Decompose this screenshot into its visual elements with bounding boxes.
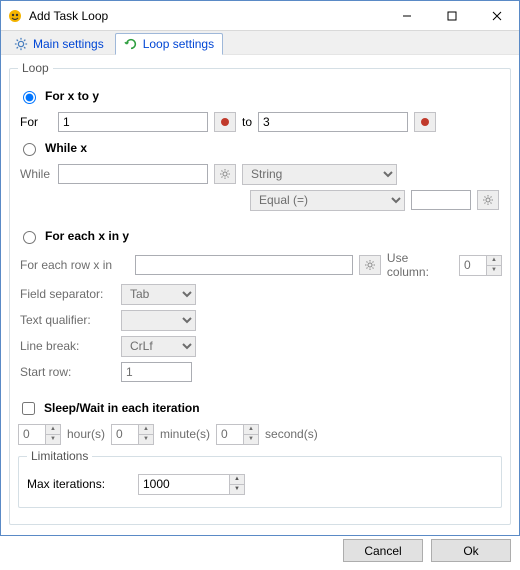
chevron-up-icon[interactable]: ▲	[230, 475, 244, 484]
radio-while-x[interactable]	[23, 143, 36, 156]
max-iterations-value[interactable]	[139, 475, 229, 494]
gear-icon	[219, 168, 231, 180]
for-from-stop-button[interactable]	[214, 112, 236, 132]
sleep-wait-row: Sleep/Wait in each iteration	[18, 397, 502, 419]
start-row-input[interactable]	[121, 362, 192, 382]
sleep-wait-label: Sleep/Wait in each iteration	[44, 401, 200, 415]
app-icon	[7, 8, 23, 24]
cancel-button[interactable]: Cancel	[343, 539, 423, 562]
chevron-up-icon[interactable]: ▲	[46, 425, 60, 434]
sleep-wait-checkbox[interactable]	[22, 402, 35, 415]
loop-group-legend: Loop	[18, 61, 53, 75]
line-break-select[interactable]: CrLf	[121, 336, 196, 357]
while-operator-select[interactable]: Equal (=)	[250, 190, 405, 211]
chevron-down-icon[interactable]: ▼	[230, 484, 244, 494]
chevron-down-icon[interactable]: ▼	[487, 265, 501, 275]
text-qualifier-label: Text qualifier:	[20, 313, 115, 327]
use-column-value[interactable]	[460, 256, 486, 275]
for-label: For	[20, 115, 52, 129]
window-minimize-button[interactable]	[384, 1, 429, 30]
while-rhs-options-button[interactable]	[477, 190, 499, 210]
chevron-up-icon[interactable]: ▲	[487, 256, 501, 265]
minutes-stepper[interactable]: ▲▼	[111, 424, 154, 445]
chevron-down-icon[interactable]: ▼	[244, 434, 258, 444]
for-from-input[interactable]	[58, 112, 208, 132]
stop-icon	[421, 118, 429, 126]
radio-for-x-to-y[interactable]	[23, 91, 36, 104]
start-row-row: Start row:	[18, 361, 502, 383]
max-iterations-row: Max iterations: ▲▼	[27, 473, 493, 495]
to-label: to	[242, 115, 252, 129]
field-separator-select[interactable]: Tab	[121, 284, 196, 305]
seconds-label: second(s)	[265, 427, 318, 441]
max-iterations-label: Max iterations:	[27, 477, 132, 491]
for-each-source-options-button[interactable]	[359, 255, 381, 275]
while-label: While	[20, 167, 52, 181]
option-while-x: While x	[18, 137, 502, 159]
chevron-up-icon[interactable]: ▲	[139, 425, 153, 434]
hours-label: hour(s)	[67, 427, 105, 441]
limitations-group: Limitations Max iterations: ▲▼	[18, 449, 502, 508]
for-each-row-label: For each row x in	[20, 258, 129, 272]
while-x-label: While x	[45, 141, 87, 155]
loop-icon	[124, 37, 138, 51]
option-for-x-to-y: For x to y	[18, 85, 502, 107]
stop-icon	[221, 118, 229, 126]
hours-stepper[interactable]: ▲▼	[18, 424, 61, 445]
start-row-label: Start row:	[20, 365, 115, 379]
chevron-down-icon[interactable]: ▼	[139, 434, 153, 444]
hours-value[interactable]	[19, 425, 45, 444]
window-maximize-button[interactable]	[429, 1, 474, 30]
for-each-row-source: For each row x in Use column: ▲▼	[18, 251, 502, 279]
limitations-legend: Limitations	[27, 449, 92, 463]
option-for-each: For each x in y	[18, 225, 502, 247]
dialog-button-bar: Cancel Ok	[1, 533, 519, 570]
for-x-to-y-label: For x to y	[45, 89, 99, 103]
use-column-stepper[interactable]: ▲▼	[459, 255, 502, 276]
window-close-button[interactable]	[474, 1, 519, 30]
seconds-value[interactable]	[217, 425, 243, 444]
tab-label: Loop settings	[143, 37, 214, 51]
gear-icon	[482, 194, 494, 206]
sleep-wait-time-row: ▲▼ hour(s) ▲▼ minute(s) ▲▼ second(s)	[18, 423, 502, 445]
while-row-1: While String	[18, 163, 502, 185]
field-separator-label: Field separator:	[20, 287, 115, 301]
max-iterations-stepper[interactable]: ▲▼	[138, 474, 245, 495]
tab-loop-settings[interactable]: Loop settings	[115, 33, 223, 55]
line-break-row: Line break: CrLf	[18, 335, 502, 357]
gear-icon	[14, 37, 28, 51]
tab-label: Main settings	[33, 37, 104, 51]
minutes-value[interactable]	[112, 425, 138, 444]
while-row-2: Equal (=)	[18, 189, 502, 211]
field-separator-row: Field separator: Tab	[18, 283, 502, 305]
tab-main-settings[interactable]: Main settings	[5, 32, 113, 54]
while-value-input[interactable]	[58, 164, 208, 184]
for-to-stop-button[interactable]	[414, 112, 436, 132]
use-column-label: Use column:	[387, 251, 453, 279]
window-title: Add Task Loop	[29, 9, 108, 23]
chevron-down-icon[interactable]: ▼	[46, 434, 60, 444]
while-rhs-input[interactable]	[411, 190, 471, 210]
line-break-label: Line break:	[20, 339, 115, 353]
while-value-options-button[interactable]	[214, 164, 236, 184]
for-each-source-input[interactable]	[135, 255, 353, 275]
radio-for-each[interactable]	[23, 231, 36, 244]
seconds-stepper[interactable]: ▲▼	[216, 424, 259, 445]
titlebar: Add Task Loop	[1, 1, 519, 31]
for-each-label: For each x in y	[45, 229, 129, 243]
text-qualifier-row: Text qualifier:	[18, 309, 502, 331]
tab-strip: Main settings Loop settings	[1, 31, 519, 55]
content-area: Loop For x to y For to While x While	[1, 55, 519, 525]
for-range-row: For to	[18, 111, 502, 133]
text-qualifier-select[interactable]	[121, 310, 196, 331]
for-to-input[interactable]	[258, 112, 408, 132]
minutes-label: minute(s)	[160, 427, 210, 441]
chevron-up-icon[interactable]: ▲	[244, 425, 258, 434]
while-type-select[interactable]: String	[242, 164, 397, 185]
gear-icon	[364, 259, 376, 271]
ok-button[interactable]: Ok	[431, 539, 511, 562]
loop-group: Loop For x to y For to While x While	[9, 61, 511, 525]
